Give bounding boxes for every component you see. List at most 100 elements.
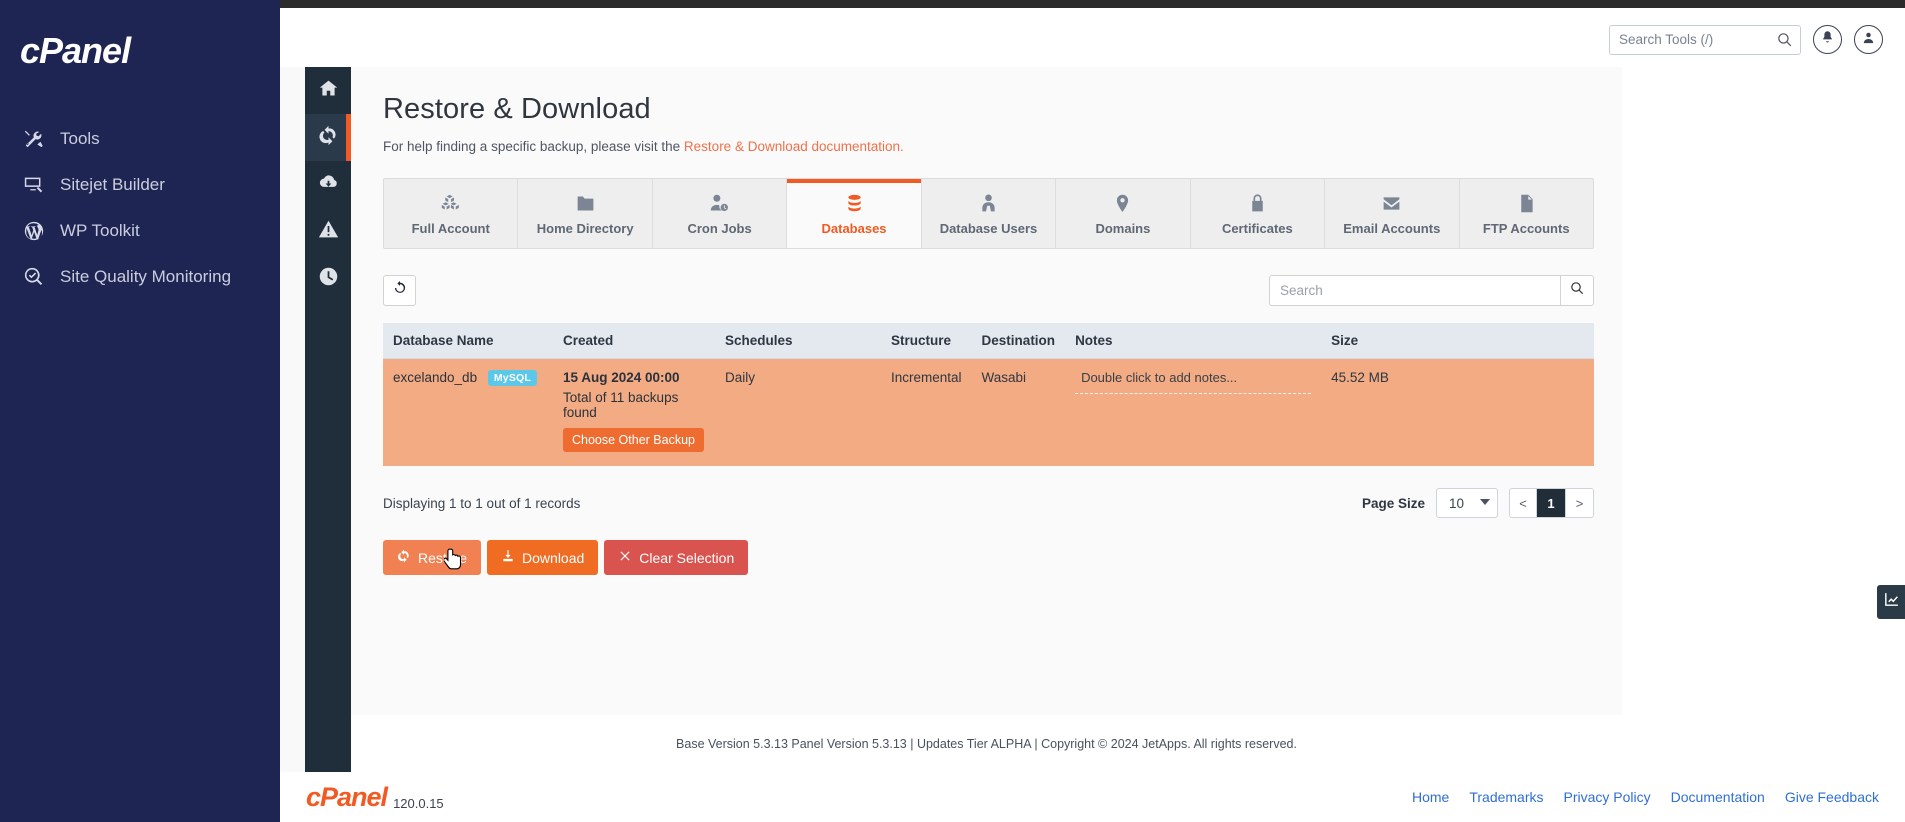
page-subtitle: For help finding a specific backup, plea…	[383, 139, 1600, 154]
mysql-badge: MySQL	[487, 370, 538, 386]
tab-label: FTP Accounts	[1482, 221, 1570, 236]
footer-link-home[interactable]: Home	[1412, 789, 1449, 805]
cell-size: 45.52 MB	[1321, 358, 1594, 466]
clear-selection-button[interactable]: Clear Selection	[604, 540, 749, 575]
search-tools-wrap	[1609, 24, 1801, 55]
account-button[interactable]	[1854, 25, 1883, 54]
tab-certificates[interactable]: Certificates	[1191, 179, 1326, 248]
footer-link-documentation[interactable]: Documentation	[1671, 789, 1765, 805]
page-title: Restore & Download	[383, 93, 651, 125]
analytics-side-tab[interactable]	[1877, 585, 1905, 619]
footer-link-give-feedback[interactable]: Give Feedback	[1785, 789, 1879, 805]
tab-cron-jobs[interactable]: Cron Jobs	[653, 179, 788, 248]
tab-label: Home Directory	[536, 221, 634, 236]
page-size-label: Page Size	[1361, 495, 1425, 511]
restore-refresh-icon	[318, 125, 339, 151]
documentation-link[interactable]: Restore & Download documentation.	[684, 139, 904, 154]
col-schedules: Schedules	[715, 323, 881, 359]
reload-table-button[interactable]	[383, 275, 416, 306]
next-page-button[interactable]: >	[1566, 489, 1593, 517]
home-icon	[318, 78, 339, 104]
choose-other-backup-button[interactable]: Choose Other Backup	[563, 428, 704, 452]
panel-gap	[280, 67, 305, 772]
col-size: Size	[1321, 323, 1594, 359]
tab-home-directory[interactable]: Home Directory	[518, 179, 653, 248]
folder-icon	[575, 193, 596, 214]
tab-label: Cron Jobs	[687, 221, 752, 236]
user-tie-icon	[978, 193, 999, 214]
col-structure: Structure	[881, 323, 972, 359]
restore-button-label: Restore	[418, 549, 468, 566]
table-row[interactable]: excelando_db MySQL 15 Aug 2024 00:00 Tot…	[383, 358, 1594, 466]
page-size-select[interactable]: 10	[1436, 488, 1498, 518]
tab-label: Full Account	[411, 221, 490, 236]
rail-item-restore-download[interactable]	[305, 114, 351, 161]
page-button-1[interactable]: 1	[1537, 489, 1566, 517]
jetbackup-icon-rail	[305, 67, 351, 772]
cell-database-name: excelando_db MySQL	[383, 358, 553, 466]
page-footer: cPanel 120.0.15 Home Trademarks Privacy …	[280, 772, 1905, 822]
page-subtitle-text: For help finding a specific backup, plea…	[383, 139, 684, 154]
rail-item-downloads[interactable]	[305, 161, 351, 208]
main-sidebar: cPanel Tools Sitejet Builder WP Toolkit	[0, 0, 280, 822]
footer-link-trademarks[interactable]: Trademarks	[1469, 789, 1543, 805]
database-name-text: excelando_db	[393, 370, 478, 385]
col-notes: Notes	[1065, 323, 1322, 359]
rail-item-history[interactable]	[305, 255, 351, 302]
sidebar-item-site-quality-monitoring[interactable]: Site Quality Monitoring	[0, 254, 280, 300]
cell-destination: Wasabi	[971, 358, 1066, 466]
tab-database-users[interactable]: Database Users	[922, 179, 1057, 248]
tab-email-accounts[interactable]: Email Accounts	[1325, 179, 1460, 248]
table-search-input[interactable]	[1269, 275, 1560, 306]
right-background	[1622, 67, 1905, 822]
tab-label: Certificates	[1221, 221, 1293, 236]
wordpress-icon	[22, 219, 46, 243]
footer-links: Home Trademarks Privacy Policy Documenta…	[1412, 789, 1879, 805]
lock-icon	[1247, 193, 1268, 214]
search-tools-input[interactable]	[1609, 24, 1801, 55]
rail-item-home[interactable]	[305, 67, 351, 114]
bell-icon	[1820, 30, 1835, 50]
clear-selection-button-label: Clear Selection	[639, 549, 735, 566]
restore-button[interactable]: Restore	[383, 540, 482, 575]
x-icon	[618, 549, 632, 566]
user-clock-icon	[709, 193, 730, 214]
notifications-button[interactable]	[1813, 25, 1842, 54]
cloud-download-icon	[318, 172, 339, 198]
cell-notes[interactable]: Double click to add notes...	[1065, 358, 1322, 466]
tab-label: Database Users	[939, 221, 1038, 236]
notes-placeholder: Double click to add notes...	[1081, 370, 1238, 385]
main-panel: Restore & Download For help finding a sp…	[351, 67, 1622, 772]
sidebar-item-wp-toolkit[interactable]: WP Toolkit	[0, 208, 280, 254]
download-button[interactable]: Download	[487, 540, 599, 575]
tab-ftp-accounts[interactable]: FTP Accounts	[1460, 179, 1593, 248]
backups-table: Database Name Created Schedules Structur…	[383, 323, 1594, 466]
page-size-value: 10	[1449, 495, 1465, 511]
rail-item-alerts[interactable]	[305, 208, 351, 255]
search-icon	[1569, 280, 1585, 301]
sidebar-item-tools[interactable]: Tools	[0, 116, 280, 162]
magnifier-check-icon	[22, 265, 46, 289]
map-pin-icon	[1112, 193, 1133, 214]
user-icon	[1861, 30, 1876, 50]
col-created: Created	[553, 323, 715, 359]
sidebar-item-sitejet-builder[interactable]: Sitejet Builder	[0, 162, 280, 208]
cpanel-jetbackup-screen: cPanel Tools Sitejet Builder WP Toolkit	[0, 0, 1905, 822]
tab-domains[interactable]: Domains	[1056, 179, 1191, 248]
table-footer: Displaying 1 to 1 out of 1 records Page …	[383, 488, 1594, 518]
table-search-button[interactable]	[1560, 275, 1594, 306]
tab-label: Databases	[821, 221, 887, 236]
prev-page-button[interactable]: <	[1510, 489, 1537, 517]
file-icon	[1516, 193, 1537, 214]
cell-schedules: Daily	[715, 358, 881, 466]
top-header	[280, 8, 1905, 71]
tab-full-account[interactable]: Full Account	[384, 179, 519, 248]
footer-link-privacy-policy[interactable]: Privacy Policy	[1564, 789, 1651, 805]
version-copyright-text: Base Version 5.3.13 Panel Version 5.3.13…	[676, 736, 1297, 751]
tab-databases[interactable]: Databases	[787, 179, 922, 248]
pagination: Page Size 10 < 1 >	[1362, 488, 1594, 518]
chevron-down-icon	[1480, 499, 1490, 505]
database-icon	[844, 193, 865, 214]
refresh-icon	[397, 549, 411, 566]
col-database-name: Database Name	[383, 323, 553, 359]
